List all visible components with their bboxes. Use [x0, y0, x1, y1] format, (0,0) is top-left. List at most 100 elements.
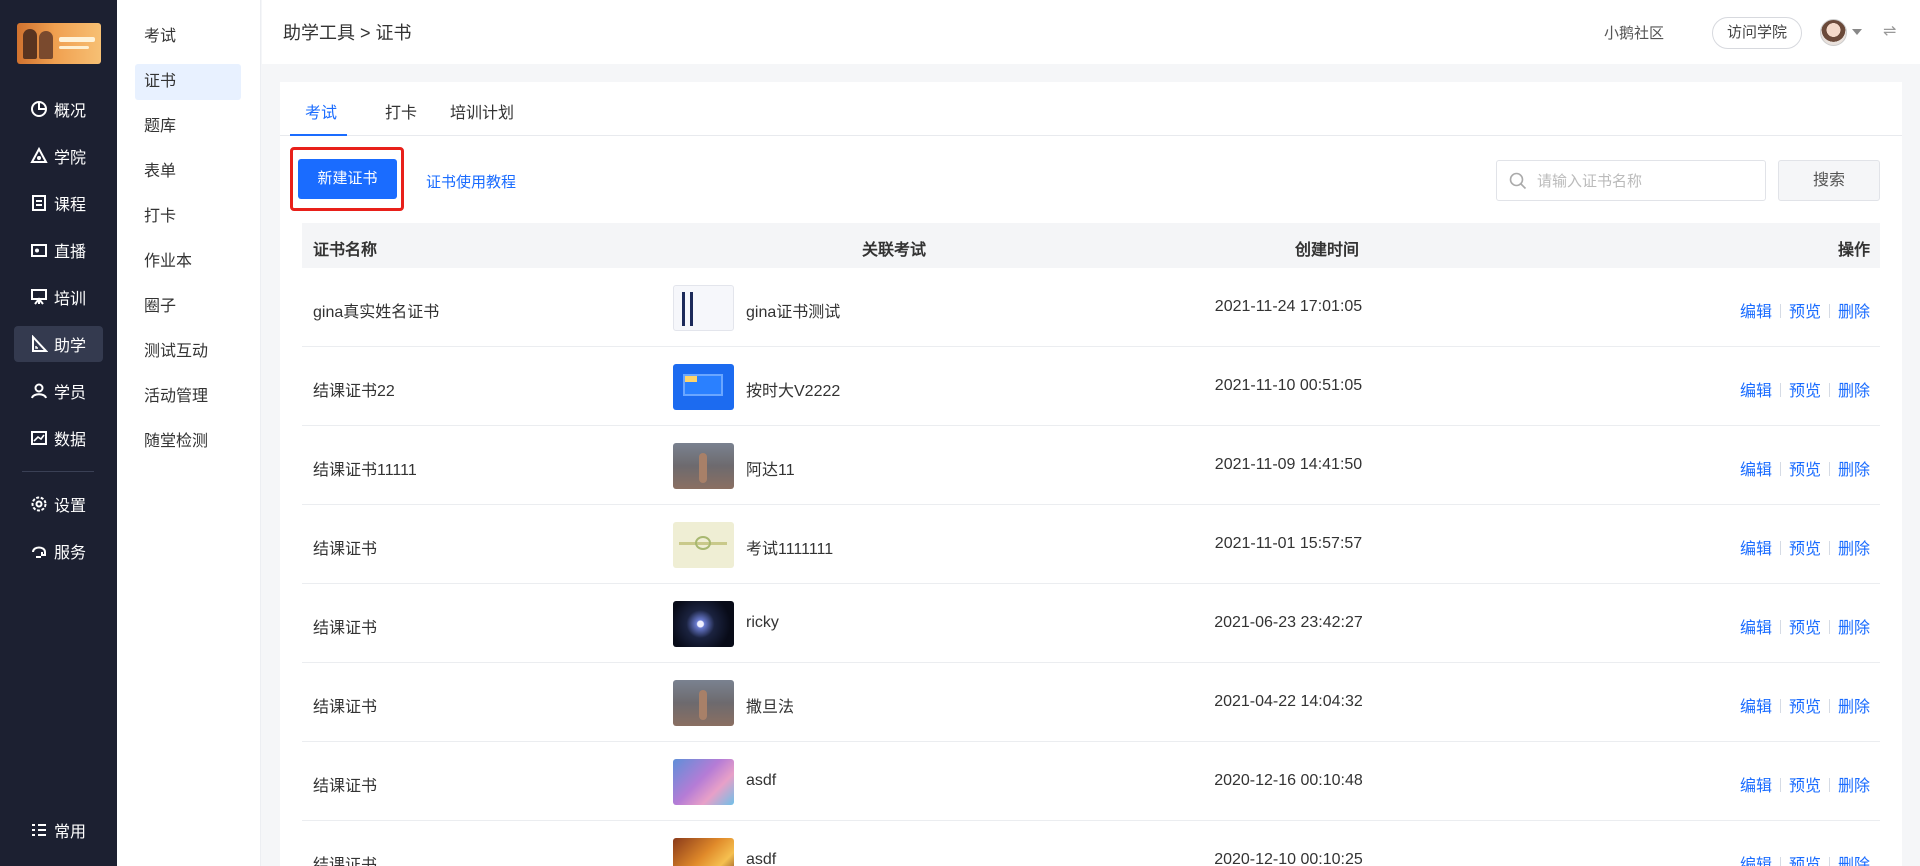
- subnav-item-activity[interactable]: 活动管理: [135, 379, 241, 415]
- table-row: 结课证书 ricky 2021-06-23 23:42:27 编辑 预览 删除: [302, 584, 1880, 663]
- created-time: 2021-11-24 17:01:05: [1214, 298, 1363, 315]
- edit-link[interactable]: 编辑: [1740, 857, 1772, 866]
- tab-exam[interactable]: 考试: [305, 99, 337, 123]
- academy-icon: [30, 147, 48, 165]
- nav-label: 助学: [54, 338, 87, 355]
- tab-training-plan[interactable]: 培训计划: [450, 99, 514, 123]
- brand-logo[interactable]: [17, 23, 101, 64]
- avatar[interactable]: [1820, 19, 1847, 46]
- subnav-item-exam[interactable]: 考试: [135, 19, 241, 55]
- row-actions: 编辑 预览 删除: [1740, 535, 1870, 559]
- nav-label: 概况: [54, 103, 87, 120]
- nav-item-course[interactable]: 课程: [14, 185, 103, 221]
- edit-link[interactable]: 编辑: [1740, 304, 1772, 321]
- nav-label: 数据: [54, 432, 87, 449]
- delete-link[interactable]: 删除: [1838, 541, 1870, 558]
- search-box: [1496, 160, 1766, 201]
- nav-item-study-aid[interactable]: 助学: [14, 326, 103, 362]
- edit-link[interactable]: 编辑: [1740, 383, 1772, 400]
- nav-item-live[interactable]: 直播: [14, 232, 103, 268]
- nav-item-student[interactable]: 学员: [14, 373, 103, 409]
- table-row: 结课证书 asdf 2020-12-10 00:10:25 编辑 预览 删除: [302, 821, 1880, 866]
- subnav-item-circle[interactable]: 圈子: [135, 289, 241, 325]
- tutorial-link[interactable]: 证书使用教程: [426, 171, 516, 192]
- header-name: 证书名称: [313, 242, 378, 259]
- subnav-item-form[interactable]: 表单: [135, 154, 241, 190]
- nav-item-frequent[interactable]: 常用: [14, 812, 103, 848]
- search-icon: [1509, 172, 1527, 190]
- preview-link[interactable]: 预览: [1789, 304, 1821, 321]
- nav-label: 常用: [54, 824, 87, 841]
- training-icon: [30, 288, 48, 306]
- nav-item-training[interactable]: 培训: [14, 279, 103, 315]
- subnav-item-homework[interactable]: 作业本: [135, 244, 241, 280]
- row-actions: 编辑 预览 删除: [1740, 772, 1870, 796]
- nav-item-service[interactable]: 服务: [14, 533, 103, 569]
- subnav-item-question-bank[interactable]: 题库: [135, 109, 241, 145]
- data-icon: [30, 429, 48, 447]
- sidebar-divider: [22, 471, 94, 472]
- search-input[interactable]: [1537, 167, 1757, 195]
- row-actions: 编辑 预览 删除: [1740, 851, 1870, 866]
- chevron-down-icon[interactable]: [1852, 29, 1862, 35]
- nav-item-settings[interactable]: 设置: [14, 486, 103, 522]
- active-tab-indicator: [290, 134, 347, 136]
- tab-checkin[interactable]: 打卡: [385, 99, 417, 123]
- nav-item-data[interactable]: 数据: [14, 420, 103, 456]
- live-icon: [30, 241, 48, 259]
- edit-link[interactable]: 编辑: [1740, 699, 1772, 716]
- nav-item-academy[interactable]: 学院: [14, 138, 103, 174]
- edit-link[interactable]: 编辑: [1740, 541, 1772, 558]
- delete-link[interactable]: 删除: [1838, 383, 1870, 400]
- delete-link[interactable]: 删除: [1838, 857, 1870, 866]
- search-button[interactable]: 搜索: [1778, 160, 1880, 201]
- study-aid-icon: [30, 335, 48, 353]
- nav-label: 培训: [54, 291, 87, 308]
- table-row: 结课证书 asdf 2020-12-16 00:10:48 编辑 预览 删除: [302, 742, 1880, 821]
- subnav-item-certificate[interactable]: 证书: [135, 64, 241, 100]
- main-sidebar: 概况 学院 课程 直播 培训 助学 学员 数据 设置 服务 常用: [0, 0, 117, 866]
- preview-link[interactable]: 预览: [1789, 541, 1821, 558]
- breadcrumb: 助学工具 > 证书: [283, 23, 412, 43]
- new-certificate-button[interactable]: 新建证书: [298, 159, 397, 199]
- certificate-table: 证书名称 关联考试 创建时间 操作 gina真实姓名证书 gina证书测试 20…: [302, 223, 1880, 866]
- preview-link[interactable]: 预览: [1789, 462, 1821, 479]
- table-row: 结课证书 撒旦法 2021-04-22 14:04:32 编辑 预览 删除: [302, 663, 1880, 742]
- row-actions: 编辑 预览 删除: [1740, 456, 1870, 480]
- header-exam: 关联考试: [862, 242, 927, 259]
- subnav-item-checkin[interactable]: 打卡: [135, 199, 241, 235]
- row-actions: 编辑 预览 删除: [1740, 614, 1870, 638]
- delete-link[interactable]: 删除: [1838, 304, 1870, 321]
- visit-academy-button[interactable]: 访问学院: [1712, 17, 1802, 49]
- created-time: 2021-11-09 14:41:50: [1214, 456, 1363, 473]
- row-actions: 编辑 预览 删除: [1740, 298, 1870, 322]
- subnav-item-test-interaction[interactable]: 测试互动: [135, 334, 241, 370]
- delete-link[interactable]: 删除: [1838, 778, 1870, 795]
- delete-link[interactable]: 删除: [1838, 699, 1870, 716]
- switch-icon[interactable]: ⇌: [1883, 23, 1901, 41]
- frequent-icon: [30, 821, 48, 839]
- edit-link[interactable]: 编辑: [1740, 462, 1772, 479]
- nav-item-overview[interactable]: 概况: [14, 91, 103, 127]
- community-link[interactable]: 小鹅社区: [1604, 22, 1664, 43]
- preview-link[interactable]: 预览: [1789, 383, 1821, 400]
- row-actions: 编辑 预览 删除: [1740, 693, 1870, 717]
- edit-link[interactable]: 编辑: [1740, 778, 1772, 795]
- preview-link[interactable]: 预览: [1789, 778, 1821, 795]
- nav-label: 学院: [54, 150, 87, 167]
- tab-bar: 考试 打卡 培训计划: [280, 82, 1902, 136]
- gear-icon: [30, 495, 48, 513]
- top-bar: 助学工具 > 证书 小鹅社区 访问学院 ⇌: [262, 0, 1920, 64]
- preview-link[interactable]: 预览: [1789, 857, 1821, 866]
- delete-link[interactable]: 删除: [1838, 620, 1870, 637]
- delete-link[interactable]: 删除: [1838, 462, 1870, 479]
- table-row: 结课证书11111 阿达11 2021-11-09 14:41:50 编辑 预览删…: [302, 426, 1880, 505]
- nav-label: 服务: [54, 545, 87, 562]
- subnav-item-quiz[interactable]: 随堂检测: [135, 424, 241, 460]
- edit-link[interactable]: 编辑: [1740, 620, 1772, 637]
- preview-link[interactable]: 预览: [1789, 699, 1821, 716]
- header-actions: 操作: [1837, 242, 1870, 259]
- created-time: 2020-12-16 00:10:48: [1214, 772, 1363, 789]
- created-time: 2021-11-01 15:57:57: [1214, 535, 1363, 552]
- preview-link[interactable]: 预览: [1789, 620, 1821, 637]
